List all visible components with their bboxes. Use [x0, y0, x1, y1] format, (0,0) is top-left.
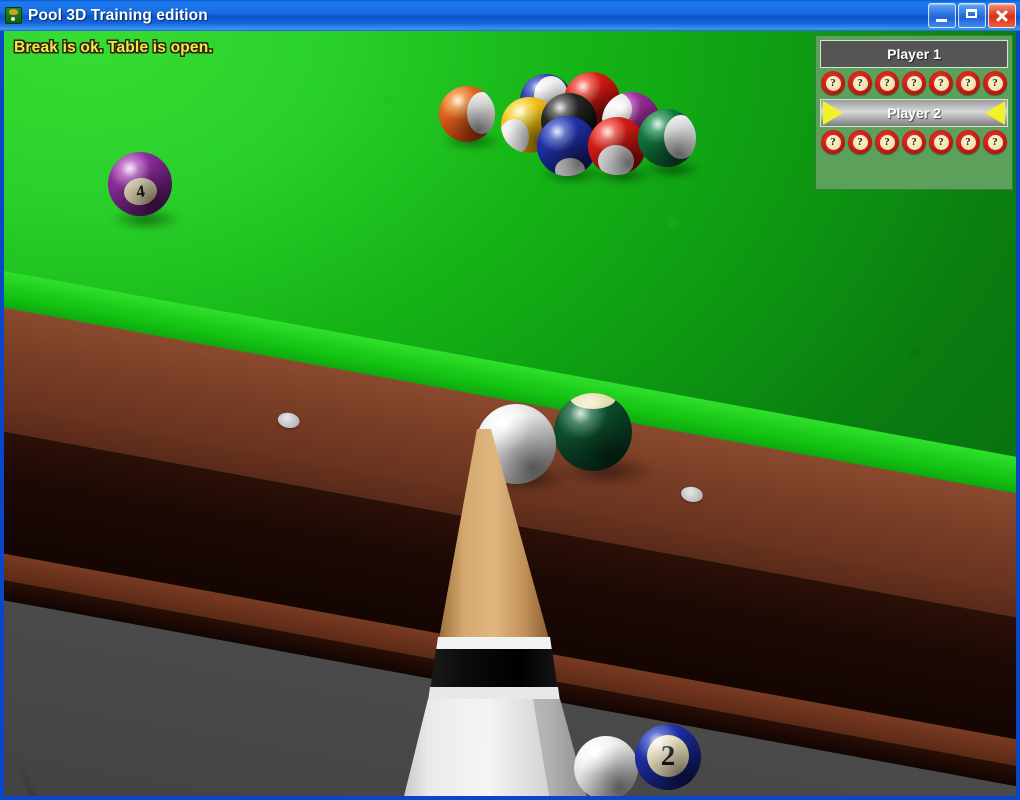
player-1-ball-slot[interactable]: ?: [848, 71, 872, 95]
ball-highlight: [554, 393, 632, 471]
ball-blue-2-foreground[interactable]: 2: [635, 724, 701, 790]
player-2-name: Player 2: [887, 105, 941, 121]
player-2-ball-slot[interactable]: ?: [821, 130, 845, 154]
close-button[interactable]: [988, 3, 1016, 28]
maximize-button[interactable]: [958, 3, 986, 28]
player-1-ball-slot[interactable]: ?: [929, 71, 953, 95]
pool-table-icon: [5, 7, 22, 24]
ball-highlight: [588, 117, 646, 175]
cue-ball[interactable]: [476, 404, 556, 484]
unknown-ball-label: ?: [825, 75, 841, 91]
ball-purple-4[interactable]: 4: [108, 152, 172, 216]
player-2-ball-slot[interactable]: ?: [848, 130, 872, 154]
ball-highlight: [476, 404, 556, 484]
ball-green-stripe-14[interactable]: [638, 109, 696, 167]
cue-ball-foreground[interactable]: [574, 736, 638, 796]
unknown-ball-label: ?: [906, 134, 922, 150]
player-1-bar[interactable]: Player 1: [820, 40, 1008, 68]
player-block-2: Player 2 ? ? ? ? ? ? ?: [820, 99, 1008, 155]
player-2-ball-slot[interactable]: ?: [929, 130, 953, 154]
player-2-ball-slot[interactable]: ?: [983, 130, 1007, 154]
application-window: Pool 3D Training edition Break is ok. Ta…: [0, 0, 1020, 800]
minimize-button[interactable]: [928, 3, 956, 28]
player-2-ball-slot[interactable]: ?: [902, 130, 926, 154]
player-1-ball-slot[interactable]: ?: [821, 71, 845, 95]
unknown-ball-label: ?: [906, 75, 922, 91]
unknown-ball-label: ?: [987, 134, 1003, 150]
player-block-1: Player 1 ? ? ? ? ? ? ?: [820, 40, 1008, 96]
game-viewport[interactable]: 4: [4, 31, 1016, 796]
rail-diamond-marker: [276, 411, 301, 430]
ball-orange-5[interactable]: [439, 86, 495, 142]
turn-arrow-left-icon: [823, 101, 843, 125]
unknown-ball-label: ?: [960, 75, 976, 91]
ball-red-stripe-11[interactable]: [588, 117, 646, 175]
ball-highlight: [439, 86, 495, 142]
ball-highlight: [635, 724, 701, 790]
player-1-ball-slot[interactable]: ?: [902, 71, 926, 95]
title-bar: Pool 3D Training edition: [0, 0, 1020, 31]
player-2-bar[interactable]: Player 2: [820, 99, 1008, 127]
unknown-ball-label: ?: [933, 134, 949, 150]
window-title: Pool 3D Training edition: [28, 6, 208, 24]
player-2-ball-row: ? ? ? ? ? ? ?: [820, 127, 1008, 155]
ball-highlight: [638, 109, 696, 167]
player-2-ball-slot[interactable]: ?: [875, 130, 899, 154]
player-1-ball-slot[interactable]: ?: [983, 71, 1007, 95]
rail-diamond-marker: [679, 485, 705, 504]
player-1-ball-slot[interactable]: ?: [956, 71, 980, 95]
ball-highlight: [574, 736, 638, 796]
player-2-ball-slot[interactable]: ?: [956, 130, 980, 154]
player-1-ball-row: ? ? ? ? ? ? ?: [820, 68, 1008, 96]
unknown-ball-label: ?: [960, 134, 976, 150]
status-message: Break is ok. Table is open.: [14, 39, 213, 56]
unknown-ball-label: ?: [879, 75, 895, 91]
turn-arrow-right-icon: [985, 101, 1005, 125]
unknown-ball-label: ?: [852, 134, 868, 150]
unknown-ball-label: ?: [879, 134, 895, 150]
player-1-ball-slot[interactable]: ?: [875, 71, 899, 95]
floor-crack: [9, 745, 158, 796]
player-1-name: Player 1: [887, 46, 941, 62]
unknown-ball-label: ?: [987, 75, 1003, 91]
unknown-ball-label: ?: [852, 75, 868, 91]
unknown-ball-label: ?: [933, 75, 949, 91]
window-controls: [928, 3, 1016, 28]
unknown-ball-label: ?: [825, 134, 841, 150]
scoreboard-panel: Player 1 ? ? ? ? ? ? ? Player 2 ? ? ? ? …: [815, 35, 1013, 190]
ball-green-6[interactable]: [554, 393, 632, 471]
ball-highlight: [108, 152, 172, 216]
